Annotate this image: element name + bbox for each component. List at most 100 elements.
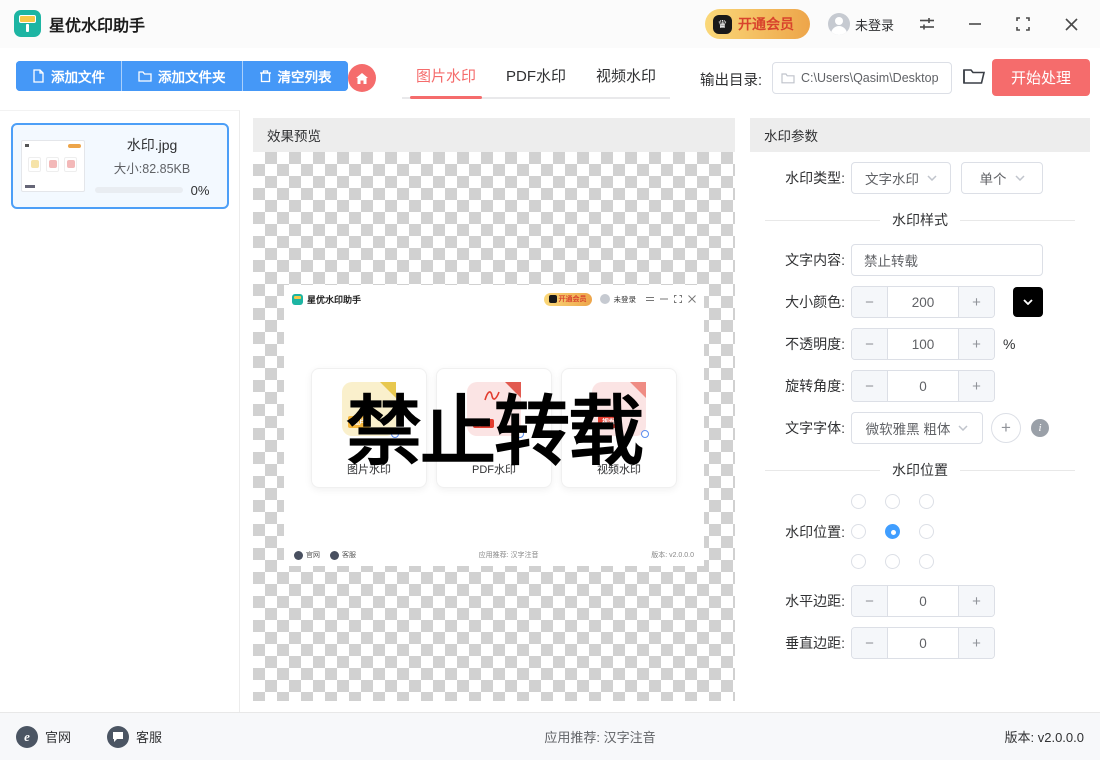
opacity-increase-button[interactable]: +: [958, 329, 994, 359]
app-title: 星优水印助手: [49, 12, 145, 36]
position-grid: [851, 494, 934, 569]
opacity-suffix: %: [1003, 336, 1015, 352]
rotate-decrease-button[interactable]: −: [852, 371, 888, 401]
position-radio-bottom-left[interactable]: [851, 554, 866, 569]
home-button[interactable]: [348, 64, 376, 92]
settings-icon[interactable]: [912, 9, 942, 39]
opacity-label: 不透明度:: [765, 334, 845, 354]
login-label: 未登录: [855, 15, 894, 34]
mini-app-logo-icon: [292, 294, 303, 305]
tab-image-watermark[interactable]: 图片水印: [414, 56, 478, 97]
hmargin-stepper: − 0 +: [851, 585, 995, 617]
mini-settings-icon: [646, 295, 654, 303]
hmargin-value[interactable]: 0: [888, 586, 958, 616]
file-thumbnail: [21, 140, 85, 192]
position-radio-top-right[interactable]: [919, 494, 934, 509]
font-select[interactable]: 微软雅黑 粗体: [851, 412, 983, 444]
opacity-decrease-button[interactable]: −: [852, 329, 888, 359]
rotate-label: 旋转角度:: [765, 376, 845, 396]
content-label: 文字内容:: [765, 250, 845, 270]
progress-percent: 0%: [191, 183, 210, 198]
position-radio-top-left[interactable]: [851, 494, 866, 509]
transparency-checker: 星优水印助手 开通会员 未登录 图片: [253, 152, 735, 701]
size-value[interactable]: 200: [888, 287, 958, 317]
close-icon[interactable]: [1056, 9, 1086, 39]
clear-list-button[interactable]: 清空列表: [242, 61, 348, 91]
watermark-count-select[interactable]: 单个: [961, 162, 1043, 194]
position-radio-bottom-center[interactable]: [885, 554, 900, 569]
toolbar: 添加文件 添加文件夹 清空列表 图片水印 PDF水印 视频水印 输出目录: C:…: [0, 48, 1100, 110]
maximize-icon[interactable]: [1008, 9, 1038, 39]
params-header: 水印参数: [750, 118, 1090, 152]
file-list: 水印.jpg 大小:82.85KB 0%: [0, 110, 240, 712]
add-folder-button[interactable]: 添加文件夹: [121, 61, 242, 91]
website-icon: e: [16, 726, 38, 748]
home-icon: [355, 72, 369, 85]
font-label: 文字字体:: [765, 418, 845, 438]
chevron-down-icon: [958, 425, 968, 431]
chat-icon: [107, 726, 129, 748]
mini-minimize-icon: [660, 295, 668, 303]
output-dir-label: 输出目录:: [700, 69, 762, 90]
titlebar: 星优水印助手 ♛ 开通会员 未登录: [0, 0, 1100, 48]
position-radio-top-center[interactable]: [885, 494, 900, 509]
output-dir-input[interactable]: C:\Users\Qasim\Desktop: [772, 62, 952, 94]
trash-icon: [259, 69, 272, 83]
mini-close-icon: [688, 295, 696, 303]
file-size: 大小:82.85KB: [114, 158, 190, 177]
tab-pdf-watermark[interactable]: PDF水印: [504, 56, 568, 97]
vmargin-decrease-button[interactable]: −: [852, 628, 888, 658]
login-status[interactable]: 未登录: [828, 13, 894, 35]
rotate-stepper: − 0 +: [851, 370, 995, 402]
position-radio-middle-right[interactable]: [919, 524, 934, 539]
minimize-icon[interactable]: [960, 9, 990, 39]
size-color-label: 大小颜色:: [765, 292, 845, 312]
size-stepper: − 200 +: [851, 286, 995, 318]
progress-bar: [95, 187, 183, 193]
website-link[interactable]: e 官网: [16, 726, 71, 748]
mini-footer: 官网 客服 应用推荐: 汉字注音 版本: v2.0.0.0: [294, 550, 694, 560]
footer: e 官网 客服 应用推荐: 汉字注音 版本: v2.0.0.0: [0, 712, 1100, 760]
style-section-divider: 水印样式: [765, 210, 1075, 230]
color-swatch-button[interactable]: [1013, 287, 1043, 317]
mini-maximize-icon: [674, 295, 682, 303]
size-decrease-button[interactable]: −: [852, 287, 888, 317]
watermark-type-select[interactable]: 文字水印: [851, 162, 951, 194]
mini-window-controls: [646, 295, 696, 303]
vmargin-stepper: − 0 +: [851, 627, 995, 659]
vmargin-increase-button[interactable]: +: [958, 628, 994, 658]
tab-video-watermark[interactable]: 视频水印: [594, 56, 658, 97]
vip-button[interactable]: ♛ 开通会员: [705, 9, 810, 39]
avatar: [828, 13, 850, 35]
app-logo-icon: [14, 10, 41, 37]
add-file-button[interactable]: 添加文件: [16, 61, 121, 91]
mini-login-label: 未登录: [614, 294, 637, 305]
watermark-text-input[interactable]: 禁止转载: [851, 244, 1043, 276]
rotate-increase-button[interactable]: +: [958, 371, 994, 401]
params-panel: 水印参数 水印类型: 文字水印 单个 水印样式 文字内容: 禁止转载 大小颜色:…: [750, 118, 1090, 712]
position-radio-middle-left[interactable]: [851, 524, 866, 539]
position-radio-bottom-right[interactable]: [919, 554, 934, 569]
add-font-button[interactable]: +: [991, 413, 1021, 443]
size-increase-button[interactable]: +: [958, 287, 994, 317]
mini-titlebar: 星优水印助手 开通会员 未登录: [292, 290, 696, 308]
file-name: 水印.jpg: [127, 135, 178, 155]
customer-service-link[interactable]: 客服: [107, 726, 162, 748]
info-icon[interactable]: i: [1031, 419, 1049, 437]
hmargin-decrease-button[interactable]: −: [852, 586, 888, 616]
rotate-value[interactable]: 0: [888, 371, 958, 401]
watermark-tabs: 图片水印 PDF水印 视频水印: [402, 56, 670, 99]
app-recommendation[interactable]: 应用推荐: 汉字注音: [450, 727, 750, 746]
file-list-item[interactable]: 水印.jpg 大小:82.85KB 0%: [11, 123, 229, 209]
hmargin-label: 水平边距:: [765, 591, 845, 611]
mini-crown-badge-icon: [549, 295, 557, 303]
hmargin-increase-button[interactable]: +: [958, 586, 994, 616]
file-icon: [32, 69, 45, 83]
vmargin-value[interactable]: 0: [888, 628, 958, 658]
chevron-down-icon: [1015, 175, 1025, 181]
opacity-value[interactable]: 100: [888, 329, 958, 359]
browse-folder-button[interactable]: [962, 66, 986, 86]
preview-panel: 效果预览 星优水印助手 开通会员 未登录: [253, 118, 735, 701]
start-processing-button[interactable]: 开始处理: [992, 59, 1090, 96]
position-radio-center[interactable]: [885, 524, 900, 539]
